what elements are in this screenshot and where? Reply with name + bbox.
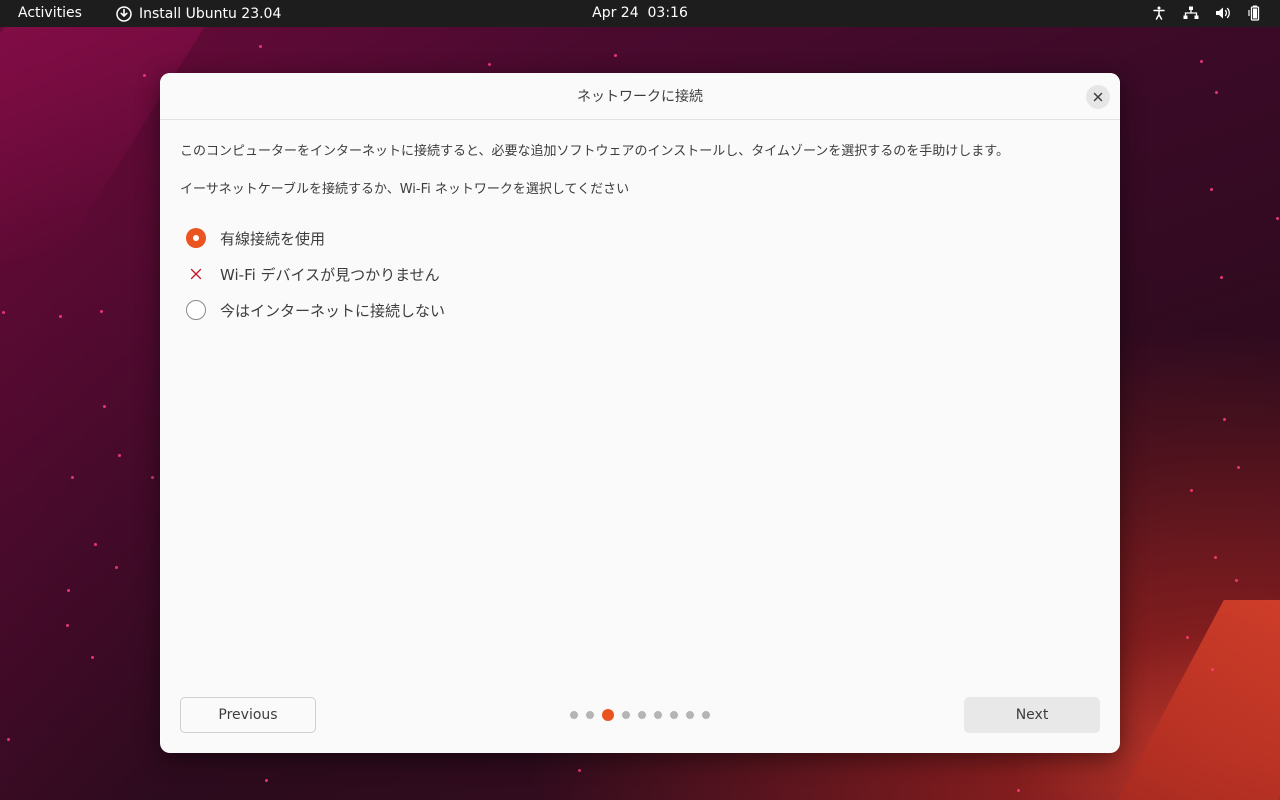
star — [578, 769, 581, 772]
star — [1223, 418, 1226, 421]
star — [71, 476, 74, 479]
star — [1276, 217, 1279, 220]
star — [488, 63, 491, 66]
star — [265, 779, 268, 782]
star — [91, 656, 94, 659]
star — [1237, 466, 1240, 469]
step-dot — [702, 711, 710, 719]
option-label: 有線接続を使用 — [220, 229, 326, 248]
clock-date: Apr 24 — [592, 5, 639, 21]
dialog-header: ネットワークに接続 — [160, 73, 1120, 120]
star — [67, 589, 70, 592]
close-button[interactable] — [1086, 85, 1110, 109]
star — [151, 476, 154, 479]
star — [66, 624, 69, 627]
accessibility-icon[interactable] — [1150, 4, 1168, 22]
option-label: Wi-Fi デバイスが見つかりません — [220, 265, 440, 284]
option-wired[interactable]: 有線接続を使用 — [180, 220, 1100, 256]
step-dot — [586, 711, 594, 719]
activities-button[interactable]: Activities — [18, 5, 82, 21]
star — [100, 310, 103, 313]
star — [59, 315, 62, 318]
network-wired-icon[interactable] — [1182, 4, 1200, 22]
star — [115, 566, 118, 569]
next-button[interactable]: Next — [964, 697, 1100, 733]
clock-time: 03:16 — [647, 5, 688, 21]
star — [94, 543, 97, 546]
close-icon — [1093, 92, 1103, 102]
clock-button[interactable]: Apr 24 03:16 — [592, 5, 688, 21]
star — [1017, 789, 1020, 792]
step-dot — [570, 711, 578, 719]
star — [143, 74, 146, 77]
top-bar: Activities Install Ubuntu 23.04 Apr 24 0… — [0, 0, 1280, 27]
network-instruction: イーサネットケーブルを接続するか、Wi-Fi ネットワークを選択してください — [180, 182, 630, 197]
step-dot — [638, 711, 646, 719]
star — [1214, 556, 1217, 559]
star — [1215, 91, 1218, 94]
star — [1200, 60, 1203, 63]
step-dot — [686, 711, 694, 719]
star — [259, 45, 262, 48]
dialog-footer: Previous Next — [160, 697, 1120, 753]
network-description: このコンピューターをインターネットに接続すると、必要な追加ソフトウェアのインスト… — [180, 144, 1010, 159]
wallpaper-corner — [1096, 600, 1280, 800]
star — [2, 311, 5, 314]
radio-unselected[interactable] — [186, 300, 206, 320]
star — [118, 454, 121, 457]
battery-icon[interactable] — [1246, 4, 1264, 22]
radio-selected[interactable] — [186, 228, 206, 248]
system-tray[interactable] — [1150, 4, 1264, 22]
step-dot-current — [602, 709, 614, 721]
connection-options: 有線接続を使用 Wi-Fi デバイスが見つかりません 今はインターネットに接続し… — [180, 220, 1100, 328]
star — [7, 738, 10, 741]
app-menu[interactable]: Install Ubuntu 23.04 — [115, 5, 281, 23]
star — [1211, 668, 1214, 671]
step-dot — [654, 711, 662, 719]
error-x-icon — [186, 264, 206, 284]
star — [614, 54, 617, 57]
dialog-title: ネットワークに接続 — [577, 89, 703, 105]
option-label: 今はインターネットに接続しない — [220, 301, 446, 320]
step-dot — [622, 711, 630, 719]
star — [1220, 276, 1223, 279]
dialog-content: このコンピューターをインターネットに接続すると、必要な追加ソフトウェアのインスト… — [160, 120, 1120, 328]
star — [1210, 188, 1213, 191]
star — [1186, 636, 1189, 639]
installer-icon — [115, 5, 133, 23]
option-wifi: Wi-Fi デバイスが見つかりません — [180, 256, 1100, 292]
star — [103, 405, 106, 408]
star — [1235, 579, 1238, 582]
volume-icon[interactable] — [1214, 4, 1232, 22]
app-title: Install Ubuntu 23.04 — [139, 6, 282, 22]
step-dot — [670, 711, 678, 719]
option-no-internet[interactable]: 今はインターネットに接続しない — [180, 292, 1100, 328]
star — [1190, 489, 1193, 492]
installer-dialog: ネットワークに接続 このコンピューターをインターネットに接続すると、必要な追加ソ… — [160, 73, 1120, 753]
